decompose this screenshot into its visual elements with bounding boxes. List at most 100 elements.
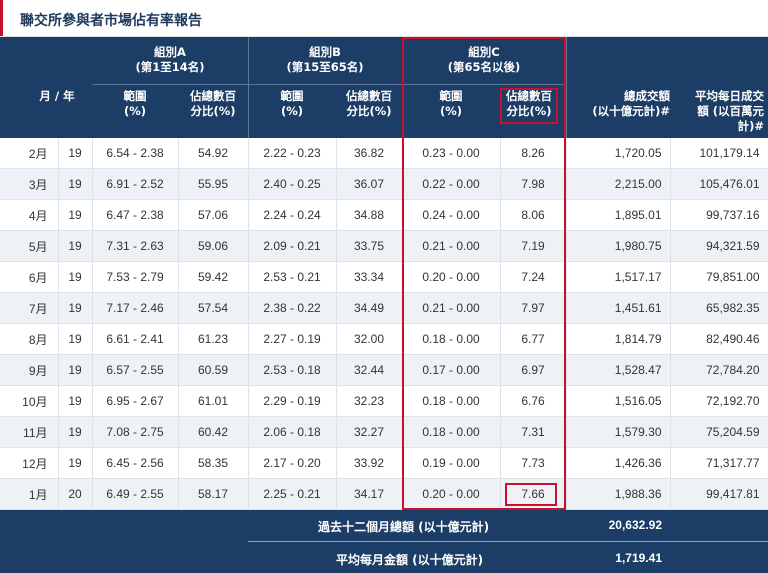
a-share-cell: 58.35: [178, 447, 249, 479]
a-share-cell: 55.95: [178, 168, 249, 200]
b-range-cell: 2.27 - 0.19: [248, 323, 337, 355]
c-share-header: 佔總數百 分比(%): [506, 89, 552, 118]
turnover-cell: 1,814.79: [566, 323, 671, 355]
avg-daily-cell: 72,192.70: [670, 385, 768, 417]
c-share-cell: 6.97: [500, 354, 567, 386]
turnover-cell: 1,980.75: [566, 230, 671, 262]
c-share-cell: 7.73: [500, 447, 567, 479]
month-cell: 12月: [0, 447, 59, 479]
b-share-cell: 33.34: [336, 261, 403, 293]
group-a-header: 組別A (第1至14名): [135, 45, 205, 74]
table-row: 1月 20 6.49 - 2.55 58.17 2.25 - 0.21 34.17 0.20…: [0, 478, 768, 510]
b-range-cell: 2.06 - 0.18: [248, 416, 337, 448]
b-range-cell: 2.38 - 0.22: [248, 292, 337, 324]
b-range-cell: 2.53 - 0.18: [248, 354, 337, 386]
month-cell: 4月: [0, 199, 59, 231]
c-range-cell: 0.21 - 0.00: [402, 292, 501, 324]
header-divider: [248, 37, 249, 138]
c-range-cell: 0.23 - 0.00: [402, 138, 501, 169]
b-share-cell: 34.17: [336, 478, 403, 510]
header-divider: [92, 84, 566, 85]
b-range-cell: 2.25 - 0.21: [248, 478, 337, 510]
b-range-cell: 2.53 - 0.21: [248, 261, 337, 293]
b-range-cell: 2.29 - 0.19: [248, 385, 337, 417]
table-header: 組別A (第1至14名) 組別B (第15至65名) 組別C (第65名以後) 月 /…: [0, 37, 768, 138]
b-share-cell: 33.75: [336, 230, 403, 262]
b-range-cell: 2.22 - 0.23: [248, 138, 337, 169]
c-share-cell: 7.98: [500, 168, 567, 200]
b-range-cell: 2.24 - 0.24: [248, 199, 337, 231]
data-table: 2月 19 6.54 - 2.38 54.92 2.22 - 0.23 36.82 0.23…: [0, 138, 768, 510]
turnover-cell: 1,579.30: [566, 416, 671, 448]
a-range-cell: 7.17 - 2.46: [92, 292, 179, 324]
year-cell: 19: [58, 447, 93, 479]
month-cell: 7月: [0, 292, 59, 324]
year-cell: 19: [58, 292, 93, 324]
month-cell: 2月: [0, 138, 59, 169]
b-range-cell: 2.40 - 0.25: [248, 168, 337, 200]
a-share-cell: 57.54: [178, 292, 249, 324]
c-share-cell: 8.26: [500, 138, 567, 169]
a-share-cell: 54.92: [178, 138, 249, 169]
avg-daily-cell: 94,321.59: [670, 230, 768, 262]
a-share-cell: 59.42: [178, 261, 249, 293]
c-share-cell: 6.77: [500, 323, 567, 355]
turnover-cell: 1,517.17: [566, 261, 671, 293]
avg-daily-cell: 105,476.01: [670, 168, 768, 200]
a-share-cell: 57.06: [178, 199, 249, 231]
b-share-cell: 33.92: [336, 447, 403, 479]
c-range-cell: 0.24 - 0.00: [402, 199, 501, 231]
title-accent: [0, 0, 3, 36]
a-range-cell: 6.47 - 2.38: [92, 199, 179, 231]
c-range-cell: 0.17 - 0.00: [402, 354, 501, 386]
month-cell: 8月: [0, 323, 59, 355]
year-cell: 19: [58, 323, 93, 355]
table-row: 8月 19 6.61 - 2.41 61.23 2.27 - 0.19 32.00 0.18…: [0, 323, 768, 355]
table-row: 12月 19 6.45 - 2.56 58.35 2.17 - 0.20 33.92 0.1…: [0, 447, 768, 479]
b-share-cell: 32.23: [336, 385, 403, 417]
table-row: 11月 19 7.08 - 2.75 60.42 2.06 - 0.18 32.27 0.1…: [0, 416, 768, 448]
avg-daily-header: 平均每日成交額 (以百萬元 計)#: [695, 89, 764, 133]
c-range-cell: 0.20 - 0.00: [402, 478, 501, 510]
c-share-cell: 7.97: [500, 292, 567, 324]
b-range-header: 範圍 (%): [280, 89, 304, 118]
a-share-cell: 58.17: [178, 478, 249, 510]
month-cell: 6月: [0, 261, 59, 293]
c-range-cell: 0.18 - 0.00: [402, 385, 501, 417]
c-range-cell: 0.18 - 0.00: [402, 416, 501, 448]
a-range-cell: 7.53 - 2.79: [92, 261, 179, 293]
turnover-header: 總成交額 (以十億元計)#: [592, 89, 670, 118]
a-range-cell: 7.08 - 2.75: [92, 416, 179, 448]
month-cell: 10月: [0, 385, 59, 417]
a-range-cell: 6.95 - 2.67: [92, 385, 179, 417]
table-row: 10月 19 6.95 - 2.67 61.01 2.29 - 0.19 32.23 0.1…: [0, 385, 768, 417]
turnover-cell: 1,426.36: [566, 447, 671, 479]
c-share-cell: 7.24: [500, 261, 567, 293]
c-range-cell: 0.21 - 0.00: [402, 230, 501, 262]
year-cell: 20: [58, 478, 93, 510]
year-cell: 19: [58, 199, 93, 231]
table-row: 7月 19 7.17 - 2.46 57.54 2.38 - 0.22 34.49 0.21…: [0, 292, 768, 324]
c-range-cell: 0.18 - 0.00: [402, 323, 501, 355]
turnover-cell: 1,988.36: [566, 478, 671, 510]
b-range-cell: 2.17 - 0.20: [248, 447, 337, 479]
year-cell: 19: [58, 230, 93, 262]
a-share-cell: 61.01: [178, 385, 249, 417]
year-cell: 19: [58, 385, 93, 417]
avg-daily-cell: 99,417.81: [670, 478, 768, 510]
header-divider: [402, 37, 403, 138]
twelve-month-total-value: 20,632.92: [608, 518, 662, 532]
c-range-header: 範圍 (%): [439, 89, 463, 118]
c-share-cell: 7.66: [500, 478, 567, 510]
a-range-cell: 6.45 - 2.56: [92, 447, 179, 479]
year-cell: 19: [58, 261, 93, 293]
year-cell: 19: [58, 168, 93, 200]
title-bar: 聯交所參與者市場佔有率報告: [0, 0, 768, 37]
c-share-cell: 6.76: [500, 385, 567, 417]
turnover-cell: 1,895.01: [566, 199, 671, 231]
a-range-cell: 6.91 - 2.52: [92, 168, 179, 200]
a-share-cell: 61.23: [178, 323, 249, 355]
a-range-cell: 6.54 - 2.38: [92, 138, 179, 169]
table-row: 4月 19 6.47 - 2.38 57.06 2.24 - 0.24 34.88 0.24…: [0, 199, 768, 231]
b-range-cell: 2.09 - 0.21: [248, 230, 337, 262]
